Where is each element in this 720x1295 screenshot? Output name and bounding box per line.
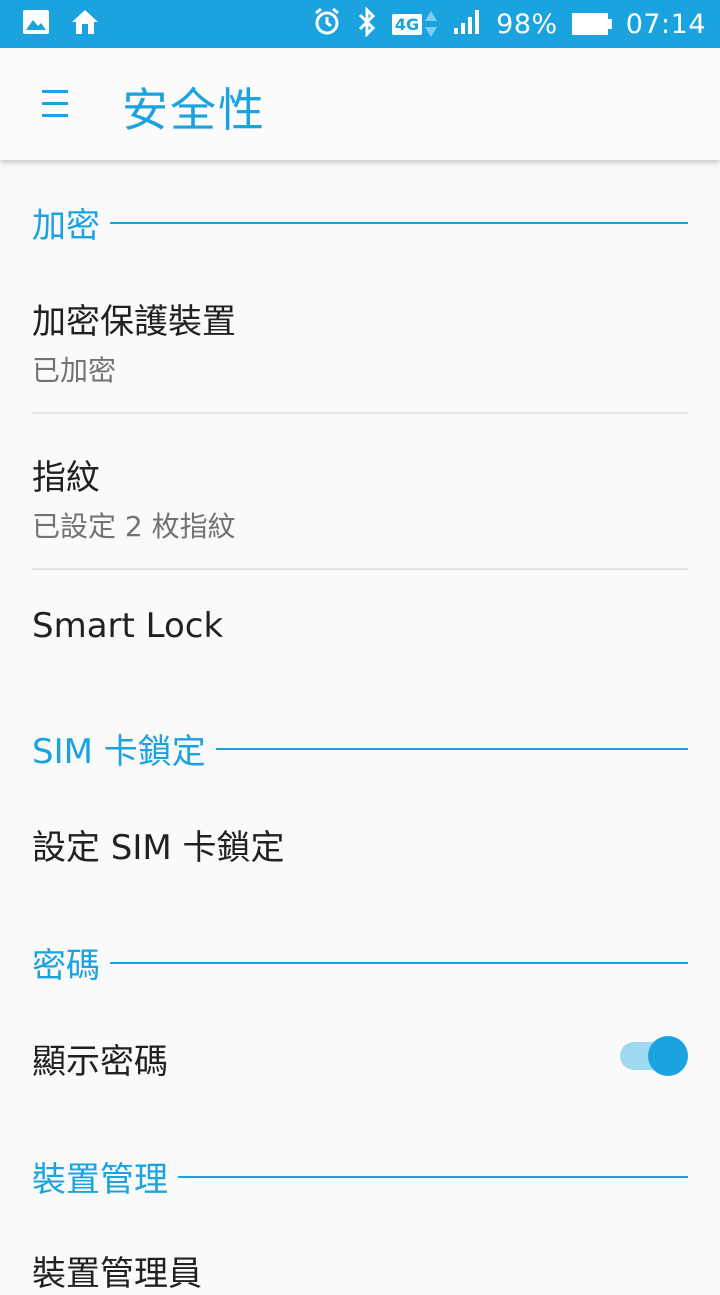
alarm-icon	[312, 7, 342, 41]
app-toolbar: 安全性	[0, 48, 720, 160]
item-title: 加密保護裝置	[32, 302, 236, 342]
section-header-sim-lock: SIM 卡鎖定	[32, 724, 688, 773]
smart-lock-item[interactable]: Smart Lock	[32, 606, 688, 646]
item-title: 顯示密碼	[32, 1042, 168, 1082]
fingerprint-item[interactable]: 指紋 已設定 2 枚指紋	[32, 450, 688, 545]
item-summary: 已加密	[32, 354, 117, 387]
device-admins-item[interactable]: 裝置管理員	[32, 1246, 688, 1295]
toggle-thumb	[648, 1036, 688, 1076]
battery-icon	[571, 13, 612, 35]
item-title: 指紋	[32, 458, 100, 498]
bluetooth-icon	[356, 6, 378, 41]
status-right: 4G 98% 07:14	[312, 6, 706, 41]
section-label: 裝置管理	[32, 1160, 168, 1200]
encrypt-device-item[interactable]: 加密保護裝置 已加密	[32, 294, 688, 389]
status-bar: 4G 98% 07:14	[0, 0, 720, 48]
menu-icon[interactable]	[40, 86, 72, 122]
section-divider	[110, 221, 688, 224]
page-title: 安全性	[122, 83, 266, 137]
item-summary: 已設定 2 枚指紋	[32, 510, 236, 543]
battery-percent: 98%	[496, 8, 558, 40]
show-password-item[interactable]: 顯示密碼	[32, 1034, 590, 1083]
list-divider	[32, 412, 688, 414]
list-divider	[32, 568, 688, 570]
section-header-passwords: 密碼	[32, 938, 688, 987]
status-left	[22, 8, 100, 40]
section-header-encryption: 加密	[32, 198, 688, 247]
item-title: Smart Lock	[32, 606, 224, 646]
item-title: 設定 SIM 卡鎖定	[32, 828, 285, 868]
section-label: 密碼	[32, 946, 100, 986]
home-icon	[70, 8, 100, 40]
clock: 07:14	[625, 8, 706, 40]
section-label: 加密	[32, 206, 100, 246]
section-divider	[110, 961, 688, 964]
sim-lock-setup-item[interactable]: 設定 SIM 卡鎖定	[32, 820, 688, 869]
item-title: 裝置管理員	[32, 1254, 202, 1294]
image-icon	[22, 9, 50, 39]
signal-icon	[452, 8, 482, 40]
lte-icon: 4G	[391, 9, 438, 39]
section-divider	[215, 747, 688, 750]
data-activity-icon	[424, 9, 438, 39]
show-password-toggle[interactable]	[620, 1036, 688, 1076]
network-type: 4G	[391, 13, 423, 35]
section-label: SIM 卡鎖定	[32, 732, 206, 772]
section-header-device-admin: 裝置管理	[32, 1152, 688, 1201]
section-divider	[178, 1175, 688, 1178]
